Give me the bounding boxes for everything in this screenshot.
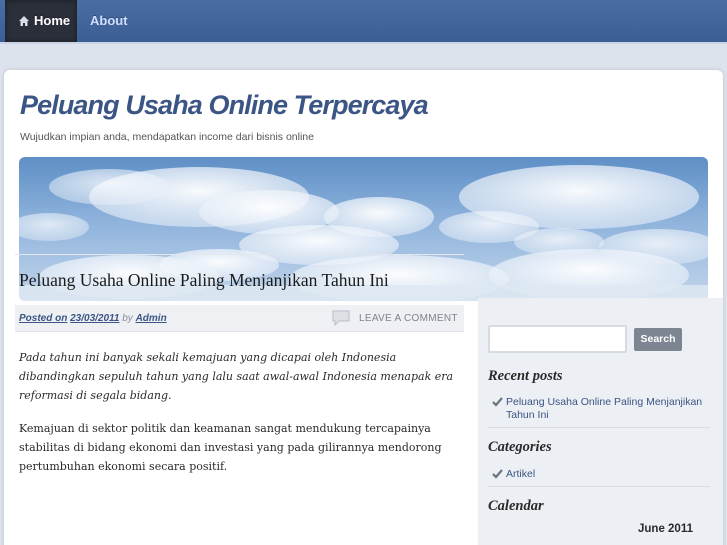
divider <box>488 427 710 428</box>
post-author[interactable]: Admin <box>136 313 167 324</box>
post-meta-bar: Posted on 23/03/2011 by Admin LEAVE A CO… <box>15 305 464 332</box>
nav-item-about[interactable]: About <box>90 0 128 42</box>
posted-on-prefix[interactable]: Posted on <box>19 313 67 324</box>
sidebar: Search Recent posts Peluang Usaha Online… <box>478 298 723 545</box>
home-icon <box>19 16 29 26</box>
post-title[interactable]: Peluang Usaha Online Paling Menjanjikan … <box>19 270 389 291</box>
nav-home-label: Home <box>34 13 71 28</box>
calendar-caption: June 2011 <box>638 523 693 535</box>
search-input[interactable] <box>488 325 627 353</box>
by-text: by <box>122 313 133 324</box>
recent-post-link[interactable]: Peluang Usaha Online Paling Menjanjikan … <box>506 396 711 422</box>
search-button[interactable]: Search <box>634 328 682 351</box>
divider <box>15 254 464 255</box>
checkmark-icon <box>492 469 503 479</box>
checkmark-icon <box>492 397 503 407</box>
post-date[interactable]: 23/03/2011 <box>70 313 119 324</box>
site-description: Wujudkan impian anda, mendapatkan income… <box>20 131 314 143</box>
category-link[interactable]: Artikel <box>506 468 711 481</box>
categories-title: Categories <box>488 439 552 455</box>
comment-bubble-icon[interactable] <box>331 309 351 327</box>
divider <box>488 486 710 487</box>
leave-comment-link[interactable]: LEAVE A COMMENT <box>359 313 458 324</box>
post-body-paragraph: Kemajuan di sektor politik dan keamanan … <box>19 422 442 473</box>
post-intro-paragraph: Pada tahun ini banyak sekali kemajuan ya… <box>19 351 454 402</box>
recent-post-item[interactable]: Peluang Usaha Online Paling Menjanjikan … <box>492 396 712 426</box>
recent-posts-title: Recent posts <box>488 368 563 384</box>
nav-item-home[interactable]: Home <box>5 0 77 42</box>
post-meta-info: Posted on 23/03/2011 by Admin <box>19 313 167 324</box>
top-navigation: Home About <box>0 0 727 44</box>
site-title[interactable]: Peluang Usaha Online Terpercaya <box>20 90 429 121</box>
calendar-title: Calendar <box>488 498 544 514</box>
category-item[interactable]: Artikel <box>492 468 712 482</box>
